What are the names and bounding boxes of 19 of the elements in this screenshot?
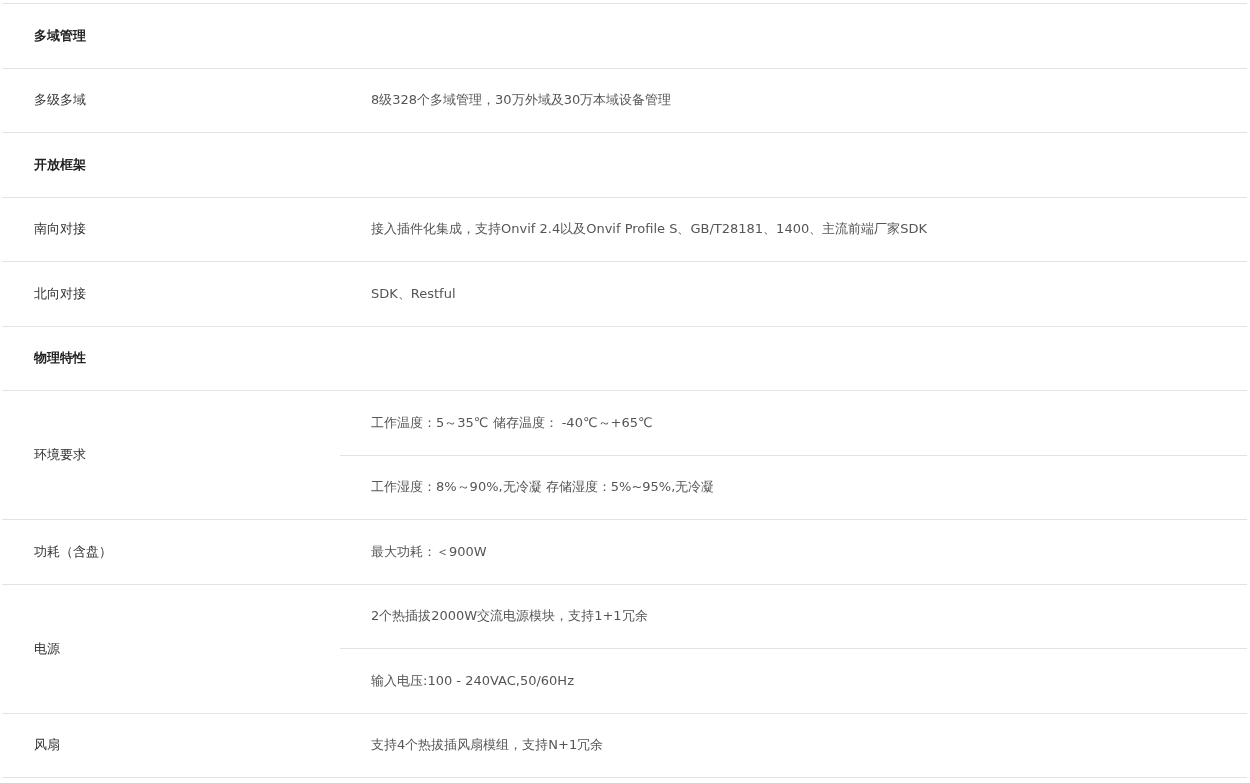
spec-value: 工作湿度：8%～90%,无冷凝 存储湿度：5%~95%,无冷凝 (371, 478, 715, 497)
spec-value: SDK、Restful (371, 284, 456, 303)
spec-label: 风扇 (34, 736, 60, 755)
spec-value: 工作温度：5～35℃ 储存温度： -40℃～+65℃ (371, 413, 653, 432)
spec-value: 支持4个热拔插风扇模组，支持N+1冗余 (371, 736, 604, 755)
spec-label: 南向对接 (34, 220, 86, 239)
section-heading: 物理特性 (34, 349, 86, 368)
section-heading: 开放框架 (34, 155, 86, 174)
spec-value: 输入电压:100 - 240VAC,50/60Hz (371, 671, 574, 690)
spec-label: 环境要求 (34, 446, 86, 464)
spec-label: 功耗（含盘） (34, 542, 112, 561)
section-heading: 多域管理 (34, 26, 86, 45)
spec-value: 2个热插拔2000W交流电源模块，支持1+1冗余 (371, 607, 648, 626)
spec-value: 8级328个多域管理，30万外域及30万本域设备管理 (371, 91, 672, 110)
spec-label: 电源 (34, 639, 60, 658)
spec-label: 多级多域 (34, 91, 86, 110)
spec-label: 北向对接 (34, 284, 86, 303)
spec-value: 接入插件化集成，支持Onvif 2.4以及Onvif Profile S、GB/T28181、1400、主流前端厂家SDK (371, 220, 927, 239)
spec-value: 最大功耗：＜900W (371, 542, 487, 561)
